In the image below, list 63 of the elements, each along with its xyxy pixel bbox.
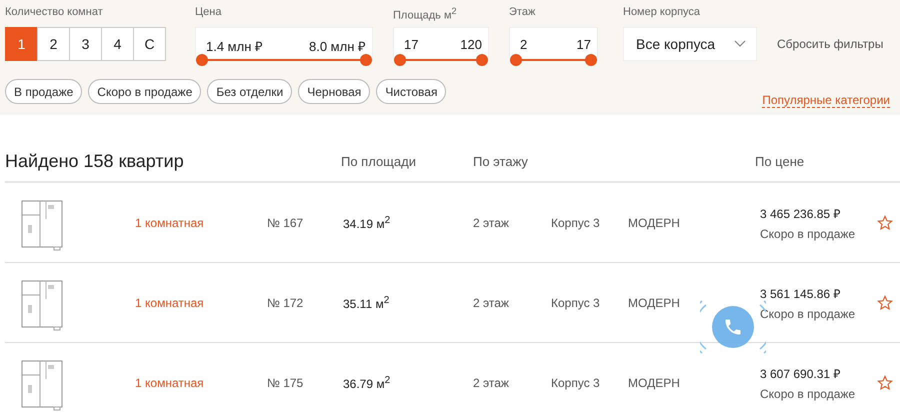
results-title: Найдено 158 квартир bbox=[5, 150, 185, 172]
phone-icon bbox=[723, 317, 743, 337]
style-text: МОДЕРН bbox=[628, 296, 681, 310]
slider-handle[interactable] bbox=[196, 54, 208, 66]
apartment-number: № 172 bbox=[267, 296, 304, 310]
floor-text: 2 этаж bbox=[473, 216, 510, 230]
filter-chip[interactable]: В продаже bbox=[5, 79, 82, 104]
sale-status: Скоро в продаже bbox=[760, 306, 856, 320]
filter-chip[interactable]: Без отделки bbox=[207, 79, 292, 104]
apartment-area: 34.19 м$^{2}$ bbox=[343, 214, 473, 230]
sort-link[interactable]: По площади bbox=[341, 154, 416, 168]
range-max-value: 8.0 млн ₽ bbox=[309, 38, 366, 55]
filter-chip[interactable]: Черновая bbox=[298, 79, 370, 104]
range-min-value: 17 bbox=[404, 37, 418, 52]
price-text: 3 607 690.31 ₽ bbox=[760, 366, 842, 382]
range-max-value: 120 bbox=[460, 37, 482, 52]
filter-chip[interactable]: Скоро в продаже bbox=[88, 79, 202, 104]
style-text: МОДЕРН bbox=[628, 216, 681, 230]
reset-filters-link[interactable]: Сбросить фильтры bbox=[777, 27, 884, 61]
call-button[interactable] bbox=[712, 306, 754, 348]
apartment-number: № 175 bbox=[267, 376, 304, 390]
style-text: МОДЕРН bbox=[628, 376, 681, 390]
sale-status: Скоро в продаже bbox=[760, 386, 856, 400]
favorite-star-icon[interactable] bbox=[877, 214, 893, 230]
building-text: Корпус 3 bbox=[551, 216, 601, 230]
slider-handle[interactable] bbox=[510, 54, 522, 66]
apartment-area: 35.11 м$^{2}$ bbox=[343, 294, 473, 310]
range-max-value: 17 bbox=[576, 37, 591, 52]
floor-text: 2 этаж bbox=[473, 296, 510, 310]
room-count-button[interactable]: 2 bbox=[37, 27, 70, 61]
chevron-down-icon bbox=[734, 40, 746, 48]
sort-link[interactable]: По этажу bbox=[473, 154, 528, 168]
building-dropdown[interactable]: Все корпуса bbox=[623, 27, 757, 61]
room-count-button[interactable]: 1 bbox=[5, 27, 38, 61]
filter-label: Номер корпуса bbox=[623, 6, 702, 20]
apartment-type-link[interactable]: 1 комнатная bbox=[135, 216, 267, 230]
room-count-button[interactable]: 4 bbox=[101, 27, 134, 61]
sort-link[interactable]: По цене bbox=[755, 154, 804, 168]
apartment-type-link[interactable]: 1 комнатная bbox=[135, 376, 267, 390]
apartment-number: № 167 bbox=[267, 216, 304, 230]
filter-label: Этаж bbox=[509, 6, 536, 20]
filter-chip[interactable]: Чистовая bbox=[376, 79, 446, 104]
room-count-button[interactable]: С bbox=[133, 27, 166, 61]
building-text: Корпус 3 bbox=[551, 376, 601, 390]
room-count-button[interactable]: 3 bbox=[69, 27, 102, 61]
range-min-value: 1.4 млн ₽ bbox=[206, 38, 263, 55]
floor-text: 2 этаж bbox=[473, 376, 510, 390]
slider-handle[interactable] bbox=[476, 54, 488, 66]
price-text: 3 561 145.86 ₽ bbox=[760, 286, 842, 302]
favorite-star-icon[interactable] bbox=[877, 294, 893, 310]
price-text: 3 465 236.85 ₽ bbox=[760, 206, 842, 222]
favorite-star-icon[interactable] bbox=[877, 374, 893, 390]
range-min-value: 2 bbox=[520, 37, 528, 52]
sale-status: Скоро в продаже bbox=[760, 226, 856, 240]
apartment-type-link[interactable]: 1 комнатная bbox=[135, 296, 267, 310]
filter-label: Площадь м$^{2}$ bbox=[393, 6, 458, 20]
slider-handle[interactable] bbox=[585, 54, 597, 66]
slider-handle[interactable] bbox=[360, 54, 372, 66]
filter-label: Количество комнат bbox=[5, 6, 104, 20]
building-text: Корпус 3 bbox=[551, 296, 601, 310]
apartment-area: 36.79 м$^{2}$ bbox=[343, 374, 473, 390]
slider-handle[interactable] bbox=[394, 54, 406, 66]
filter-label: Цена bbox=[195, 6, 222, 20]
